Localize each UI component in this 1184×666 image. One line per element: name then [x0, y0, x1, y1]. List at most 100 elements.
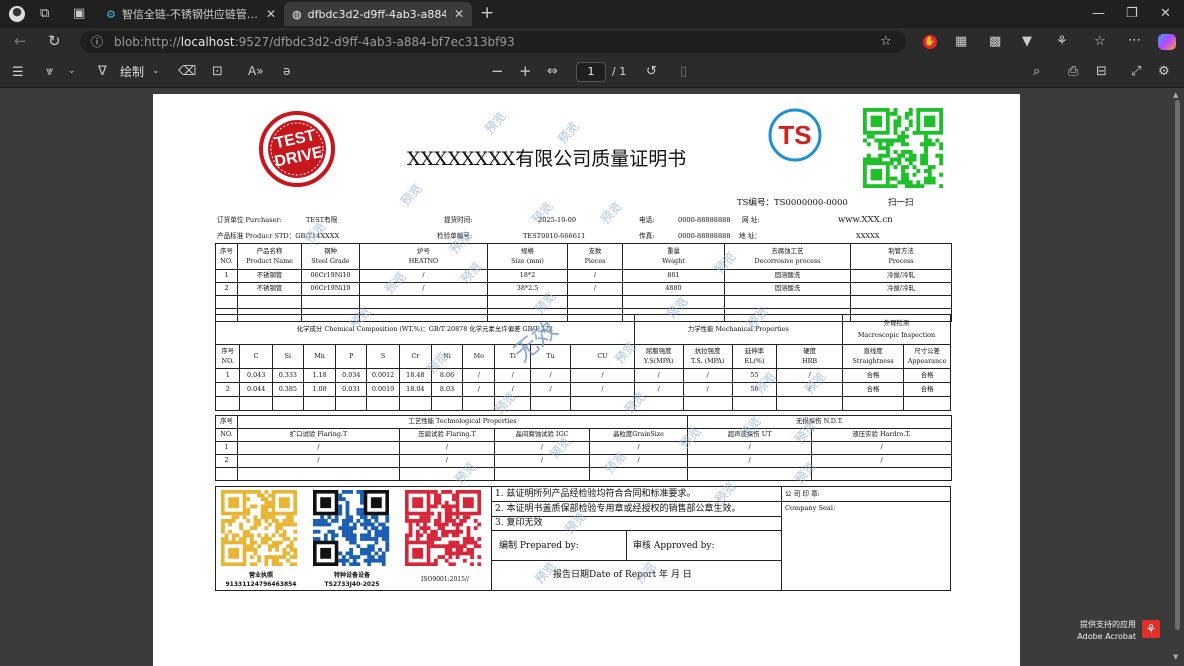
draw-icon[interactable]: ∇: [98, 65, 107, 78]
note-3: 3. 复印无效: [495, 518, 543, 528]
header-en: T.S. (MPA): [690, 357, 725, 365]
fullscreen-icon[interactable]: ⤢: [1131, 65, 1141, 78]
draw-label[interactable]: 绘制: [120, 66, 144, 78]
table-row: 1 0.043 0.333 1.18 0.034 0.0012 18.48 8.06// / / /…: [214, 368, 951, 383]
preview-watermark: 预览: [598, 199, 625, 227]
table-cell: /: [462, 382, 496, 397]
qr-caption-license: 营业执照 91331124796463854: [219, 570, 303, 588]
settings-gear-icon[interactable]: ⚙: [1158, 65, 1170, 78]
table-cell: 06Cr19Ni10: [301, 269, 360, 283]
table-cell: 0.043: [239, 368, 273, 383]
table-cell-empty: [811, 467, 953, 481]
header-cn: 直线度: [863, 346, 883, 355]
close-window-icon[interactable]: ✕: [1160, 7, 1171, 20]
highlight-icon[interactable]: ⩔: [46, 65, 53, 78]
tab-blob-pdf[interactable]: ◍ dfbdc3d2-d9ff-4ab3-a884-bf7ec313bf93 ✕: [284, 2, 472, 26]
chevron-down-icon[interactable]: ⌄: [68, 67, 76, 76]
new-tab-icon[interactable]: +: [480, 5, 494, 22]
tab-favicon-icon: ⚙: [106, 7, 116, 21]
table-cell: 固溶酸洗: [724, 282, 851, 296]
table-cell-empty: [682, 396, 733, 411]
minimize-icon[interactable]: —: [1092, 7, 1105, 20]
header-en: Steel Grade: [311, 257, 350, 265]
close-tab-icon[interactable]: ✕: [454, 7, 464, 21]
table-cell: 不锈钢管: [237, 269, 302, 283]
extension-gamepad-icon[interactable]: ▦: [955, 35, 967, 48]
website-label: 网 址:: [742, 216, 760, 224]
page-view-icon[interactable]: ▯: [680, 65, 687, 78]
table-cell: 0.044: [239, 382, 273, 397]
macro-title-en: Macroscopic Inspection: [857, 330, 936, 339]
cert-no-value: TEST0010-666611: [523, 232, 586, 240]
extension-red-icon[interactable]: ✋: [923, 35, 937, 49]
header-en: Process: [888, 257, 914, 265]
favorite-star-icon[interactable]: ☆: [880, 35, 892, 48]
page-number-input[interactable]: 1: [576, 62, 606, 82]
tab-supply-chain[interactable]: ⚙ 智信全链-不锈钢供应链管理系统 ✕: [98, 2, 284, 26]
table-cell: /: [687, 441, 813, 455]
scroll-up-icon[interactable]: ▲: [1173, 92, 1178, 99]
extensions-icon[interactable]: ⚘: [1056, 35, 1068, 48]
chem-header-cell: Si: [271, 344, 304, 369]
extension-grid-icon[interactable]: ▩: [989, 35, 1001, 48]
approved-by: 审核 Approved by:: [633, 541, 715, 551]
refresh-icon[interactable]: ↻: [48, 34, 61, 49]
table-cell: 0.031: [335, 382, 368, 397]
preview-watermark: 预览: [398, 181, 425, 209]
table-cell: /: [399, 441, 495, 455]
table-cell: 1.08: [302, 382, 337, 397]
text-box-icon[interactable]: ⊡: [212, 65, 223, 78]
save-icon[interactable]: ⊟: [1096, 65, 1107, 78]
header-cn: 重量: [667, 246, 680, 255]
table-cell: 固溶酸洗: [724, 269, 851, 283]
tab-actions-icon[interactable]: ▣: [73, 7, 85, 20]
purchaser-label: 订货单位 Purchaser:: [217, 216, 282, 224]
scroll-down-icon[interactable]: ▼: [1173, 654, 1178, 661]
website-value: www.XXX.cn: [838, 215, 893, 225]
url-field[interactable]: blob:http://localhost:9527/dfbdc3d2-d9ff…: [80, 31, 906, 53]
eraser-icon[interactable]: ⌫: [178, 65, 196, 78]
table-cell-empty: [903, 396, 951, 411]
table-cell: /: [494, 454, 590, 468]
vertical-scrollbar[interactable]: [1175, 100, 1180, 630]
contents-list-icon[interactable]: ☰: [12, 66, 24, 79]
search-icon[interactable]: ⌕: [1033, 65, 1040, 78]
maximize-icon[interactable]: ❐: [1126, 7, 1138, 20]
table-cell-empty: [494, 467, 590, 481]
special-equipment-qr: [313, 490, 390, 566]
business-license-qr: [221, 490, 298, 566]
read-aloud-icon[interactable]: A»: [248, 65, 264, 77]
zoom-in-button[interactable]: +: [519, 64, 532, 79]
favorites-icon[interactable]: ☆: [1094, 35, 1106, 48]
caption-line: 特种设备设备: [333, 572, 370, 579]
site-info-icon[interactable]: ⓘ: [91, 36, 103, 48]
header-cn: Si: [284, 351, 292, 360]
workspaces-icon[interactable]: ⧉: [40, 7, 49, 20]
translate-icon[interactable]: ə: [283, 65, 290, 77]
chem-header-cell: Mn: [302, 344, 337, 369]
copilot-icon[interactable]: [1158, 34, 1176, 50]
close-tab-icon[interactable]: ✕: [266, 7, 276, 21]
zoom-out-button[interactable]: −: [491, 64, 504, 79]
table-cell-empty: [214, 396, 241, 411]
header-en: Weight: [662, 257, 685, 265]
extension-v-icon[interactable]: ▼: [1022, 35, 1032, 48]
header-cn: C: [253, 351, 259, 360]
table-cell: 2: [214, 382, 241, 397]
table-cell: 801: [622, 269, 725, 283]
profile-icon[interactable]: ●: [9, 6, 25, 22]
chevron-down-icon[interactable]: ⌄: [152, 67, 160, 76]
table-cell: 0.333: [271, 368, 304, 383]
main-header-cell: 去腐蚀工艺 Decorrosive process: [724, 243, 851, 270]
back-icon[interactable]: ←: [14, 34, 27, 49]
chem-header-cell: S: [366, 344, 400, 369]
rotate-icon[interactable]: ↺: [646, 65, 657, 78]
fit-page-icon[interactable]: ⇔: [547, 65, 558, 78]
tech-header-cell: 晶间腐蚀试验 IGC: [494, 428, 590, 442]
more-icon[interactable]: ⋯: [1128, 34, 1141, 47]
ts-logo: TS: [768, 108, 822, 162]
url-path: :9527/dfbdc3d2-d9ff-4ab3-a884-bf7ec313bf…: [234, 35, 515, 49]
tech-properties-title: 工艺性能 Technological Properties: [236, 415, 689, 429]
chem-header-cell: 延伸率 EL(%): [731, 344, 778, 369]
print-icon[interactable]: ⎙: [1068, 65, 1078, 78]
